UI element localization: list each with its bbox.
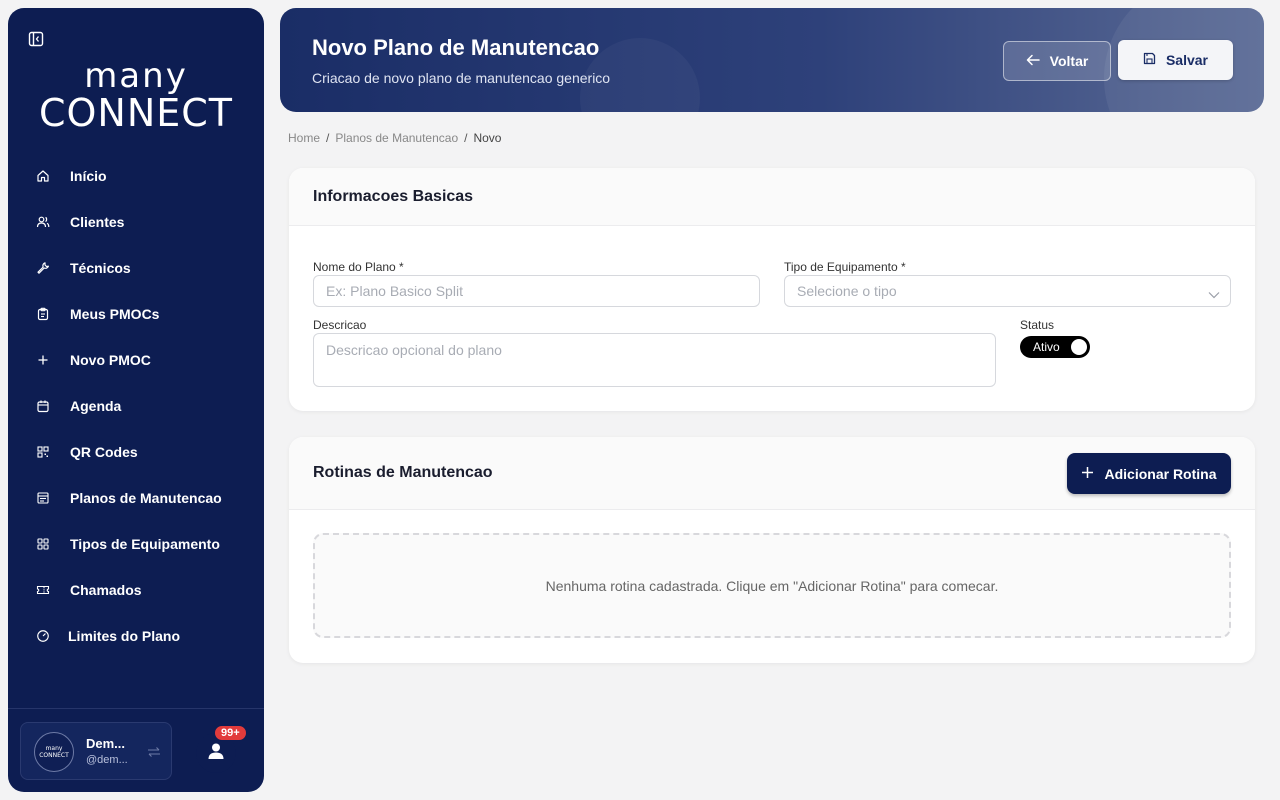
basic-info-card: Informacoes Basicas Nome do Plano * Ex: … — [289, 168, 1255, 411]
equipment-type-label: Tipo de Equipamento * — [784, 260, 906, 274]
toggle-knob — [1071, 339, 1087, 355]
sidebar-item-qr-codes[interactable]: QR Codes — [8, 429, 264, 475]
save-button-label: Salvar — [1165, 52, 1209, 68]
logo-line2: CONNECT — [38, 91, 234, 135]
sidebar-item-clientes[interactable]: Clientes — [8, 199, 264, 245]
grid-icon — [36, 537, 50, 551]
app-logo: many CONNECT — [36, 58, 236, 132]
sidebar-item-label: Clientes — [70, 214, 125, 230]
save-icon — [1143, 52, 1156, 68]
notifications-badge: 99+ — [214, 725, 247, 741]
sidebar-item-label: Agenda — [70, 398, 122, 414]
add-routine-button[interactable]: Adicionar Rotina — [1067, 453, 1231, 494]
user-icon — [206, 741, 226, 766]
breadcrumb-section[interactable]: Planos de Manutencao — [335, 131, 458, 145]
add-routine-label: Adicionar Rotina — [1104, 465, 1217, 482]
sidebar-item-label: Meus PMOCs — [70, 306, 160, 322]
routines-card: Rotinas de Manutencao Adicionar Rotina N… — [289, 437, 1255, 663]
sidebar-item-limites-do-plano[interactable]: Limites do Plano — [8, 613, 264, 659]
page-title: Novo Plano de Manutencao — [312, 35, 600, 60]
account-name: Dem... — [86, 736, 126, 751]
chevron-down-icon — [1208, 286, 1220, 302]
sidebar-item-label: Início — [70, 168, 107, 184]
plus-icon — [36, 353, 50, 367]
sidebar-item-tecnicos[interactable]: Técnicos — [8, 245, 264, 291]
gauge-icon — [36, 629, 50, 643]
sidebar-item-label: Planos de Manutencao — [70, 490, 222, 506]
breadcrumb-separator: / — [326, 131, 330, 145]
equipment-type-placeholder: Selecione o tipo — [797, 283, 897, 299]
qrcode-icon — [36, 445, 50, 459]
save-button[interactable]: Salvar — [1118, 40, 1233, 80]
sidebar-item-chamados[interactable]: Chamados — [8, 567, 264, 613]
sidebar-item-label: Limites do Plano — [68, 628, 181, 644]
status-toggle-label: Ativo — [1033, 340, 1060, 354]
description-textarea[interactable]: Descricao opcional do plano — [313, 333, 996, 387]
list-icon — [36, 491, 50, 505]
sidebar-collapse-icon[interactable] — [28, 31, 44, 47]
back-button[interactable]: Voltar — [1003, 41, 1111, 81]
avatar-logo-line2: CONNECT — [39, 752, 69, 759]
home-icon — [36, 169, 50, 183]
ticket-icon — [36, 583, 50, 597]
avatar-logo-line1: many — [45, 745, 63, 752]
arrow-left-icon — [1026, 53, 1040, 69]
sidebar-nav: Início Clientes Técnicos Meus PMOCs Novo… — [8, 153, 264, 659]
page-header: Novo Plano de Manutencao Criacao de novo… — [280, 8, 1264, 112]
sidebar-item-label: Chamados — [70, 582, 142, 598]
plus-icon — [1081, 466, 1094, 482]
plan-name-label: Nome do Plano * — [313, 260, 404, 274]
breadcrumb: Home / Planos de Manutencao / Novo — [288, 131, 501, 145]
sidebar-item-meus-pmocs[interactable]: Meus PMOCs — [8, 291, 264, 337]
switch-account-icon — [147, 745, 161, 763]
users-icon — [36, 215, 50, 229]
breadcrumb-current: Novo — [473, 131, 502, 145]
status-label: Status — [1020, 318, 1055, 332]
breadcrumb-home[interactable]: Home — [288, 131, 320, 145]
sidebar: many CONNECT Início Clientes Técnicos Me… — [8, 8, 264, 792]
sidebar-footer: many CONNECT Dem... @dem... 99+ — [8, 708, 264, 792]
sidebar-item-agenda[interactable]: Agenda — [8, 383, 264, 429]
description-label: Descricao — [313, 318, 367, 332]
sidebar-item-label: QR Codes — [70, 444, 138, 460]
account-avatar: many CONNECT — [34, 732, 74, 772]
breadcrumb-separator: / — [464, 131, 468, 145]
wrench-icon — [36, 261, 50, 275]
sidebar-item-label: Técnicos — [70, 260, 131, 276]
plan-name-input[interactable]: Ex: Plano Basico Split — [313, 275, 760, 307]
account-username: @dem... — [86, 754, 128, 766]
page-subtitle: Criacao de novo plano de manutencao gene… — [312, 70, 611, 86]
calendar-icon — [36, 399, 50, 413]
status-toggle[interactable]: Ativo — [1020, 336, 1090, 358]
sidebar-item-novo-pmoc[interactable]: Novo PMOC — [8, 337, 264, 383]
account-switcher[interactable]: many CONNECT Dem... @dem... — [20, 722, 172, 780]
sidebar-item-tipos-de-equipamento[interactable]: Tipos de Equipamento — [8, 521, 264, 567]
sidebar-item-label: Novo PMOC — [70, 352, 151, 368]
basic-info-title: Informacoes Basicas — [289, 168, 1255, 226]
sidebar-item-planos-de-manutencao[interactable]: Planos de Manutencao — [8, 475, 264, 521]
logo-line1: many — [84, 56, 188, 96]
equipment-type-select[interactable]: Selecione o tipo — [784, 275, 1231, 307]
routines-empty-state: Nenhuma rotina cadastrada. Clique em "Ad… — [313, 533, 1231, 638]
sidebar-item-label: Tipos de Equipamento — [70, 536, 220, 552]
clipboard-icon — [36, 307, 50, 321]
sidebar-item-inicio[interactable]: Início — [8, 153, 264, 199]
back-button-label: Voltar — [1049, 53, 1089, 69]
